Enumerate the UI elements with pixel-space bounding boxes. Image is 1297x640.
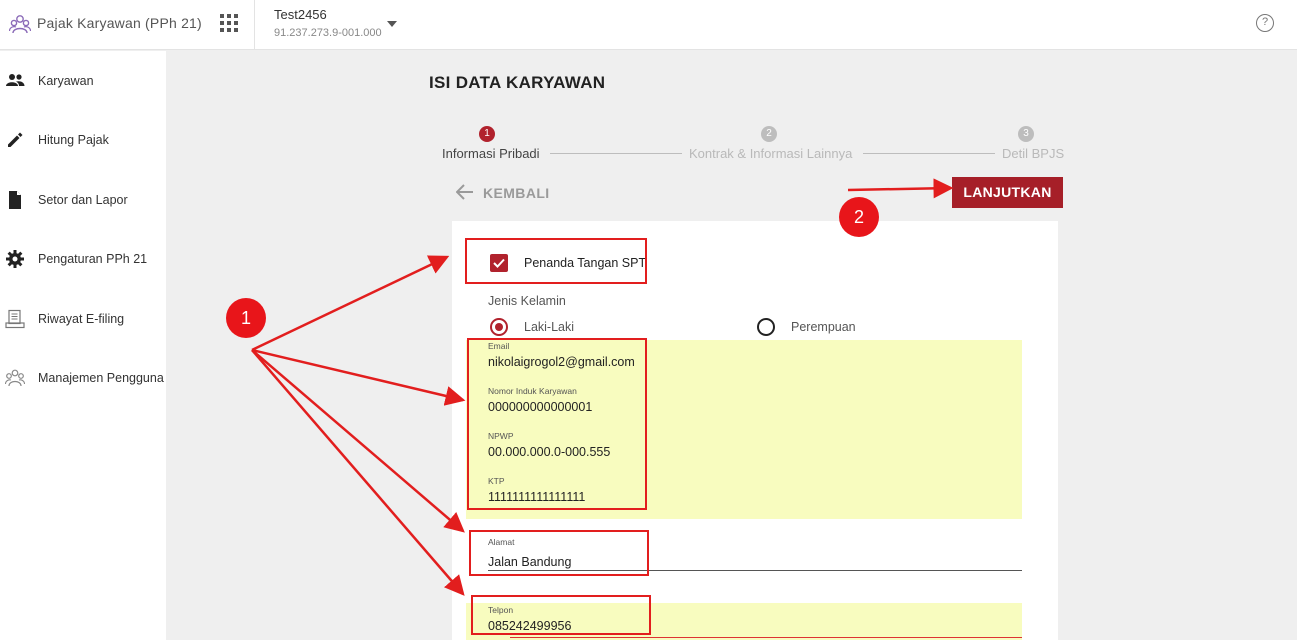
topbar-divider [254,0,255,50]
phone-underline [510,637,1022,638]
company-name: Test2456 [274,7,327,22]
annotation-box [467,338,647,510]
page-title: ISI DATA KARYAWAN [429,73,606,92]
sidebar-item-pengaturan-pph21[interactable]: Pengaturan PPh 21 [0,239,166,279]
gender-label: Jenis Kelamin [488,294,566,308]
annotation-box [469,530,649,576]
sidebar-item-karyawan[interactable]: Karyawan [0,61,166,101]
annotation-arrow [251,349,465,596]
sidebar-item-hitung-pajak[interactable]: Hitung Pajak [0,120,166,160]
gender-radio-male[interactable] [490,318,508,336]
users-icon [5,369,25,387]
annotation-arrow [251,348,466,406]
gender-radio-female[interactable] [757,318,775,336]
top-bar: Pajak Karyawan (PPh 21) Test2456 91.237.… [0,0,1297,50]
document-icon [9,191,21,209]
sidebar-item-riwayat-efiling[interactable]: Riwayat E-filing [0,299,166,339]
sidebar-item-label: Manajemen Pengguna [38,371,164,385]
sidebar: Karyawan Hitung Pajak Setor dan Lapor Pe… [0,51,166,640]
sidebar-item-label: Riwayat E-filing [38,312,125,326]
history-icon [5,309,25,329]
pencil-icon [8,132,23,147]
app-logo-icon [9,15,31,34]
sidebar-item-manajemen-pengguna[interactable]: Manajemen Pengguna [0,358,166,398]
sidebar-item-label: Hitung Pajak [38,133,109,147]
caret-down-icon [387,21,397,27]
gear-icon [6,250,24,268]
gender-radio-female-label[interactable]: Perempuan [791,320,856,334]
annotation-box [471,595,651,635]
gender-radio-male-label[interactable]: Laki-Laki [524,320,574,334]
next-button[interactable]: LANJUTKAN [952,177,1063,208]
step-1-number: 1 [479,126,495,142]
app-title[interactable]: Pajak Karyawan (PPh 21) [37,15,202,31]
people-icon [6,74,25,86]
sidebar-item-label: Pengaturan PPh 21 [38,252,148,266]
stepper-connector [550,153,682,154]
annotation-arrow [251,349,465,533]
annotation-box [465,238,647,284]
apps-grid-icon[interactable] [220,14,238,32]
company-npwp: 91.237.273.9-001.000 [274,27,382,39]
step-1-label: Informasi Pribadi [442,146,540,161]
annotation-arrow [847,178,954,199]
sidebar-item-label: Karyawan [38,74,94,88]
back-label: KEMBALI [483,185,550,201]
step-3-number: 3 [1018,126,1034,142]
help-icon[interactable]: ? [1256,14,1274,32]
arrow-left-icon [456,184,473,200]
sidebar-item-label: Setor dan Lapor [38,193,128,207]
sidebar-item-setor-dan-lapor[interactable]: Setor dan Lapor [0,180,166,220]
step-2-number: 2 [761,126,777,142]
annotation-marker-1: 1 [226,298,266,338]
annotation-marker-2: 2 [839,197,879,237]
annotation-arrow [251,255,450,352]
step-2-label: Kontrak & Informasi Lainnya [689,146,853,161]
step-3-label: Detil BPJS [1002,146,1065,161]
stepper-connector [863,153,995,154]
